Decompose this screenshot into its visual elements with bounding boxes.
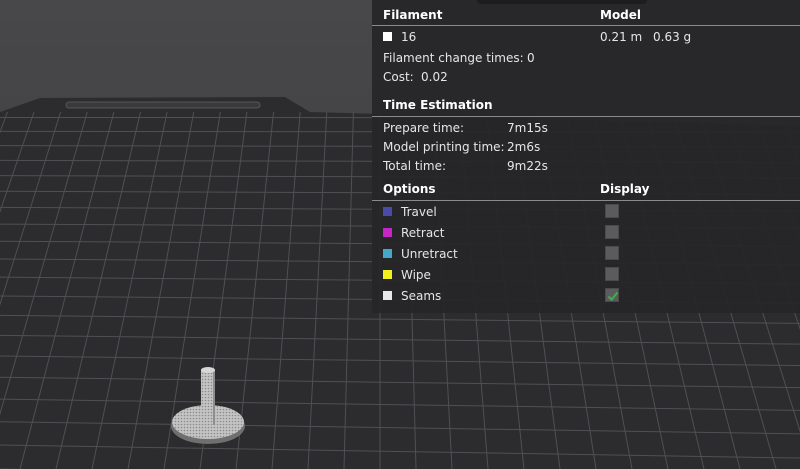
wipe-color-swatch — [383, 270, 392, 279]
plate-slot — [65, 101, 261, 109]
travel-color-swatch — [383, 207, 392, 216]
options-header: Options — [383, 182, 436, 196]
seams-color-swatch — [383, 291, 392, 300]
option-row-travel: Travel — [372, 203, 800, 221]
seams-display-checkbox[interactable] — [605, 288, 619, 302]
model-time-value: 2m6s — [507, 140, 541, 154]
display-header: Display — [600, 182, 650, 196]
divider — [372, 116, 800, 117]
prepare-time-value: 7m15s — [507, 121, 548, 135]
filament-header: Filament — [383, 8, 443, 22]
option-label-seams: Seams — [401, 289, 442, 303]
filament-weight: 0.63 g — [653, 30, 692, 44]
panel-top-notch — [477, 0, 647, 4]
slice-info-panel: Filament Model 16 0.21 m 0.63 g Filament… — [372, 0, 800, 313]
wipe-display-checkbox[interactable] — [605, 267, 619, 281]
options-header-row: Options Display — [372, 180, 800, 198]
total-time-row: Total time: 9m22s — [372, 157, 800, 175]
change-times-label: Filament change times: — [383, 51, 524, 65]
retract-display-checkbox[interactable] — [605, 225, 619, 239]
filament-header-row: Filament Model — [372, 6, 800, 24]
model-time-row: Model printing time: 2m6s — [372, 138, 800, 156]
option-label-retract: Retract — [401, 226, 445, 240]
total-time-value: 9m22s — [507, 159, 548, 173]
option-label-wipe: Wipe — [401, 268, 431, 282]
change-times-row: Filament change times: 0 — [372, 49, 800, 67]
divider — [372, 25, 800, 26]
cost-label: Cost: — [383, 70, 414, 84]
unretract-color-swatch — [383, 249, 392, 258]
cost-row: Cost: 0.02 — [372, 68, 800, 86]
time-header-row: Time Estimation — [372, 96, 800, 114]
option-row-unretract: Unretract — [372, 245, 800, 263]
filament-row: 16 0.21 m 0.63 g — [372, 28, 800, 46]
filament-length: 0.21 m — [600, 30, 643, 44]
option-row-seams: Seams — [372, 287, 800, 305]
model-header: Model — [600, 8, 642, 22]
option-row-wipe: Wipe — [372, 266, 800, 284]
check-icon — [607, 291, 619, 301]
prepare-time-row: Prepare time: 7m15s — [372, 119, 800, 137]
option-row-retract: Retract — [372, 224, 800, 242]
unretract-display-checkbox[interactable] — [605, 246, 619, 260]
model-time-label: Model printing time: — [383, 140, 505, 154]
filament-color-swatch — [383, 32, 392, 41]
change-times-value: 0 — [527, 51, 535, 65]
option-label-travel: Travel — [401, 205, 437, 219]
total-time-label: Total time: — [383, 159, 446, 173]
option-label-unretract: Unretract — [401, 247, 458, 261]
filament-name: 16 — [401, 30, 417, 44]
retract-color-swatch — [383, 228, 392, 237]
cost-value: 0.02 — [421, 70, 448, 84]
prepare-time-label: Prepare time: — [383, 121, 465, 135]
divider — [372, 200, 800, 201]
travel-display-checkbox[interactable] — [605, 204, 619, 218]
time-header: Time Estimation — [383, 98, 493, 112]
